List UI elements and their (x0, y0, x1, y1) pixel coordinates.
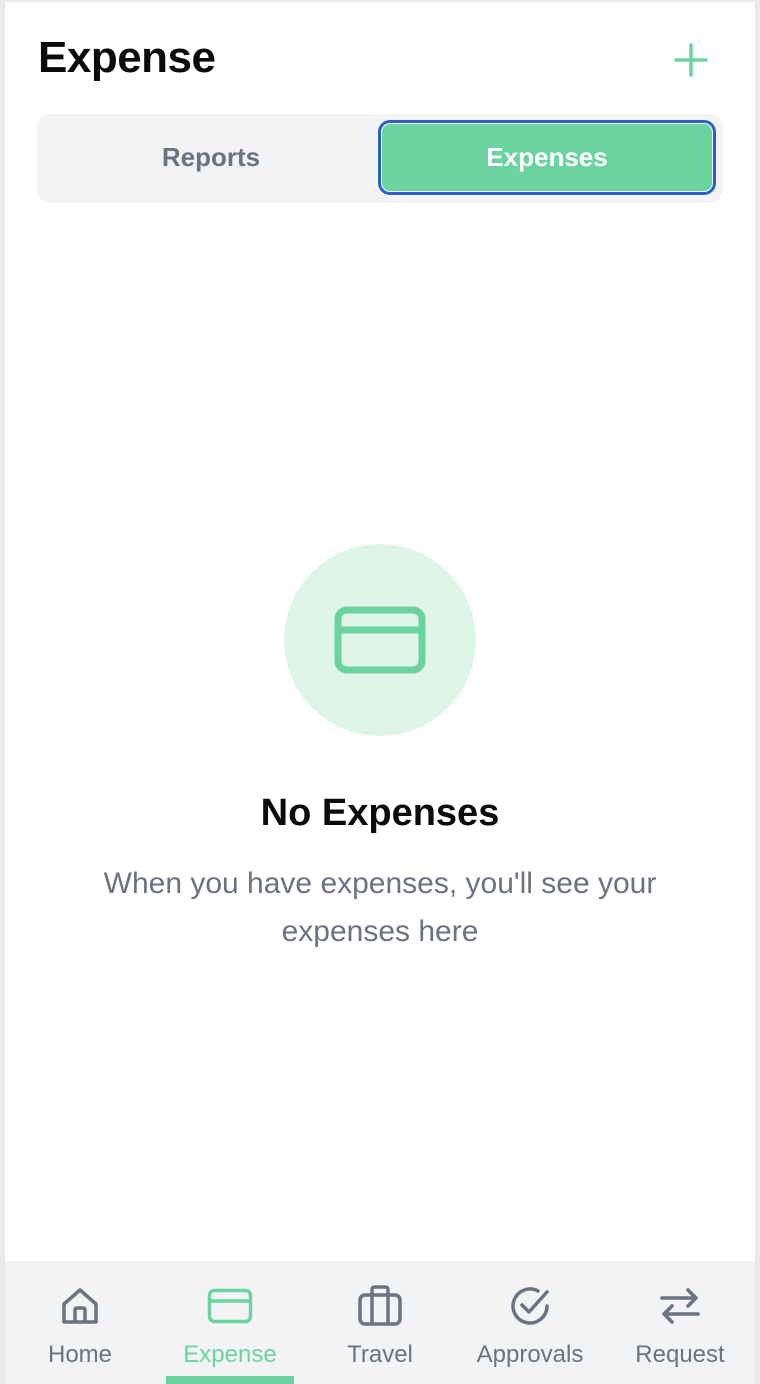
empty-state-title: No Expenses (260, 792, 500, 834)
nav-label-home: Home (47, 1341, 113, 1368)
home-icon (62, 1288, 98, 1324)
check-circle-icon (511, 1287, 549, 1325)
add-expense-button[interactable] (669, 38, 713, 82)
segmented-control: Reports Expenses (37, 114, 723, 203)
nav-item-travel[interactable]: Travel (305, 1263, 455, 1384)
tab-expenses[interactable]: Expenses (378, 120, 716, 195)
empty-state-description: When you have expenses, you'll see your … (103, 867, 657, 948)
nav-label-expense: Expense (183, 1341, 277, 1368)
nav-item-request[interactable]: Request (605, 1263, 755, 1384)
nav-label-travel: Travel (347, 1341, 413, 1368)
nav-label-approvals: Approvals (476, 1341, 584, 1368)
active-tab-indicator (166, 1376, 294, 1384)
bottom-navigation: Home Expense Travel Approvals Request (5, 1262, 755, 1384)
nav-item-expense[interactable]: Expense (155, 1263, 305, 1384)
empty-state-illustration (284, 544, 476, 736)
nav-label-request: Request (635, 1341, 725, 1368)
credit-card-icon (334, 606, 426, 674)
plus-icon (674, 43, 708, 77)
nav-item-approvals[interactable]: Approvals (455, 1263, 605, 1384)
credit-card-icon (207, 1288, 253, 1324)
page-title: Expense (38, 33, 216, 82)
arrows-swap-icon (660, 1288, 700, 1324)
tab-reports[interactable]: Reports (41, 120, 381, 195)
app-screen: Expense Reports Expenses No Expenses Whe… (5, 2, 755, 1384)
briefcase-icon (358, 1285, 402, 1326)
nav-item-home[interactable]: Home (5, 1263, 155, 1384)
